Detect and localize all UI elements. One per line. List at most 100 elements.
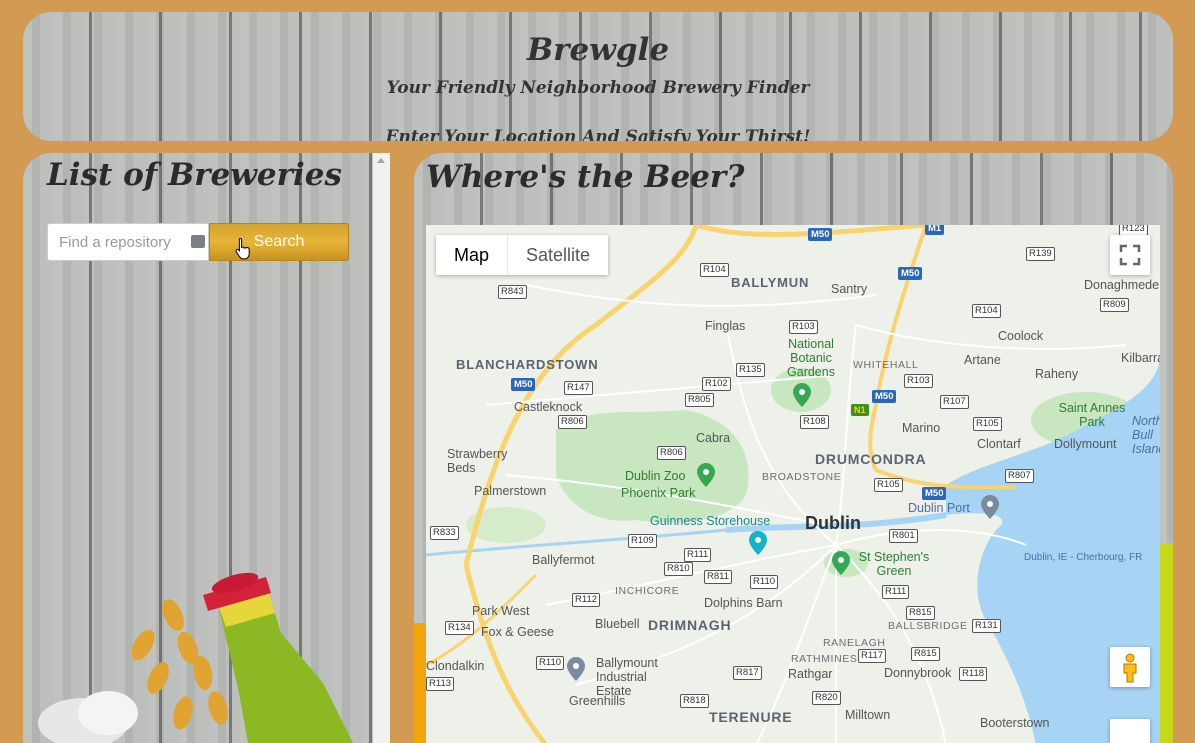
pegman-icon [1123, 653, 1137, 683]
map-label: Clontarf [977, 437, 1021, 451]
road-shield: R117 [858, 649, 887, 663]
map-label: BLANCHARDSTOWN [456, 357, 599, 372]
map-label: INCHICORE [615, 585, 680, 597]
map-label: Park West [472, 604, 530, 618]
road-shield: R135 [736, 363, 765, 377]
site-header: Brewgle Your Friendly Neighborhood Brewe… [23, 12, 1173, 141]
road-shield: R103 [904, 374, 933, 388]
road-shield: M50 [511, 378, 536, 391]
map-label: Ballyfermot [532, 553, 595, 567]
hand-cursor-icon [235, 237, 250, 260]
road-shield: R815 [906, 606, 935, 620]
map-label: Cabra [696, 431, 731, 445]
road-shield: R833 [430, 526, 459, 540]
poi-label: Dublin Port [908, 501, 970, 515]
map-label: Fox & Geese [481, 625, 554, 639]
road-shield: R105 [973, 417, 1002, 431]
road-shield: R108 [800, 415, 829, 429]
site-title: Brewgle [526, 32, 670, 68]
park-marker-icon[interactable] [792, 383, 812, 407]
map-label: Palmerstown [474, 484, 547, 498]
brewery-list-panel: List of Breweries Search [23, 153, 373, 743]
road-shield: R102 [702, 377, 731, 391]
road-shield: R820 [812, 691, 841, 705]
map-label: WHITEHALL [853, 359, 919, 371]
map-label: Castleknock [514, 400, 583, 414]
street-view-button[interactable] [1110, 647, 1150, 687]
road-shield: R807 [1005, 469, 1034, 483]
road-shield: R113 [426, 677, 455, 691]
road-shield: R806 [558, 415, 587, 429]
green-marker-icon[interactable] [831, 551, 851, 575]
ferry-label: Dublin, IE - Cherbourg, FR [1024, 552, 1143, 563]
search-input[interactable] [47, 223, 209, 261]
google-map[interactable]: BALLYMUN BLANCHARDSTOWN DRUMCONDRA DRIMN… [426, 225, 1160, 743]
beer-bottle-illustration [38, 572, 353, 743]
wheat-stalk-icon [131, 599, 228, 730]
map-label: Donnybrook [884, 666, 952, 680]
port-marker-icon[interactable] [980, 495, 1000, 519]
map-label: DRIMNAGH [648, 617, 732, 633]
map-label: RANELAGH [823, 637, 886, 649]
poi-label: St Stephen's Green [858, 550, 930, 578]
map-label: Clondalkin [426, 659, 485, 673]
road-shield: M50 [922, 487, 947, 500]
search-button[interactable]: Search [209, 223, 349, 261]
road-shield: R139 [1026, 247, 1055, 261]
autofill-menu-icon[interactable] [191, 227, 205, 248]
scroll-up-arrow-icon[interactable] [377, 158, 385, 163]
road-shield: R806 [657, 446, 686, 460]
city-label: Dublin [805, 513, 861, 533]
fullscreen-button[interactable] [1110, 235, 1150, 275]
road-shield: R118 [959, 667, 988, 681]
road-shield: R107 [940, 395, 969, 409]
poi-label: Guinness Storehouse [650, 514, 771, 528]
zoom-control[interactable] [1110, 719, 1150, 743]
road-shield: R817 [733, 666, 762, 680]
panel-decoration-right [1160, 543, 1173, 743]
brewery-list-title: List of Breweries [47, 157, 342, 193]
map-label: Santry [831, 282, 868, 296]
map-label: Dolphins Barn [704, 596, 783, 610]
map-label: Strawberry Beds [447, 447, 508, 475]
road-shield: R811 [704, 570, 733, 584]
road-shield: R112 [572, 593, 601, 607]
map-label: Finglas [705, 319, 746, 333]
map-label: Dollymount [1054, 437, 1117, 451]
map-type-satellite-button[interactable]: Satellite [507, 235, 609, 275]
road-shield: R109 [628, 534, 657, 548]
road-shield: R805 [685, 393, 714, 407]
guinness-marker-icon[interactable] [748, 531, 768, 555]
road-shield: M50 [872, 390, 897, 403]
poi-label: Saint Annes Park [1058, 401, 1126, 429]
road-shield: R104 [972, 304, 1001, 318]
road-shield: R809 [1100, 298, 1129, 312]
road-shield: R111 [684, 548, 712, 562]
map-label: Rathgar [788, 667, 833, 681]
road-shield: N1 [851, 404, 869, 416]
site-prompt: Enter Your Location And Satisfy Your Thi… [385, 127, 811, 141]
list-scrollbar[interactable] [373, 153, 390, 743]
road-shield: M50 [898, 267, 923, 280]
road-shield: M1 [925, 225, 945, 235]
map-label: Marino [902, 421, 941, 435]
map-label: Coolock [998, 329, 1044, 343]
poi-label: Phoenix Park [621, 486, 696, 500]
map-label: Raheny [1035, 367, 1079, 381]
poi-label: Ballymount Industrial Estate [596, 656, 658, 698]
road-shield: R815 [911, 647, 940, 661]
road-shield: R147 [564, 381, 593, 395]
map-type-map-button[interactable]: Map [436, 235, 508, 275]
map-label: Artane [964, 353, 1001, 367]
road-shield: R110 [750, 575, 779, 589]
industrial-marker-icon[interactable] [566, 657, 586, 681]
road-shield: R111 [882, 585, 910, 599]
road-shield: R110 [536, 656, 565, 670]
map-label: Milltown [845, 708, 891, 722]
zoo-marker-icon[interactable] [696, 463, 716, 487]
map-label: BROADSTONE [762, 471, 842, 483]
road-shield: R818 [680, 694, 709, 708]
panel-decoration-left [414, 623, 426, 743]
map-label: Donaghmede [1084, 278, 1160, 292]
road-shield: R810 [664, 562, 693, 576]
